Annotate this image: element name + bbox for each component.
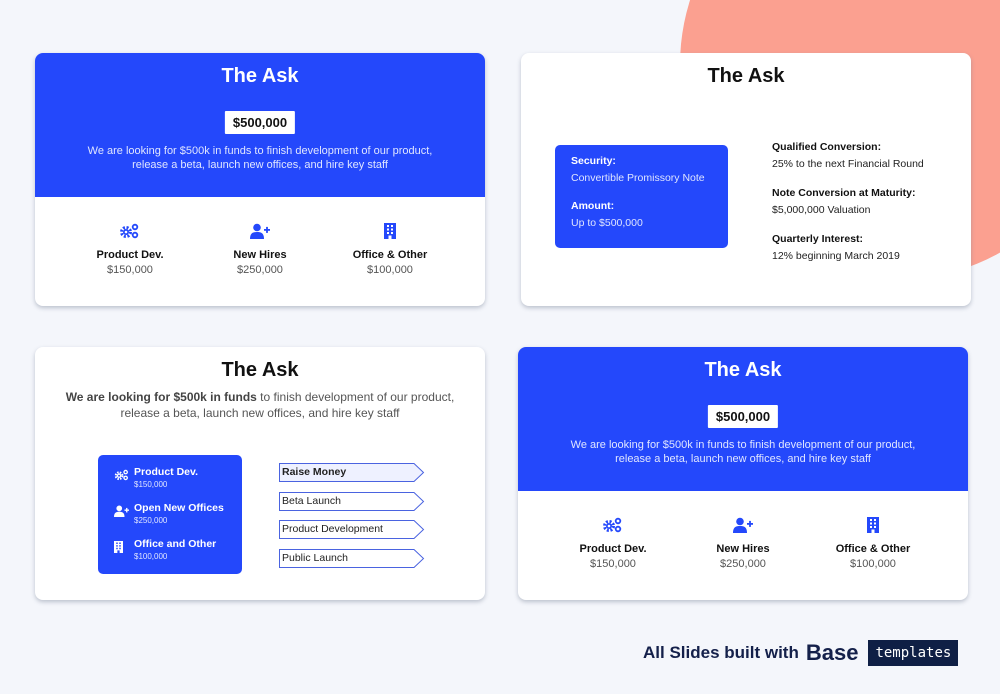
step-label: Product Development [282,523,383,535]
description-line: release a beta, launch new offices, and … [615,453,871,465]
allocation-value: $150,000 [107,264,153,276]
gears-icon [114,468,134,482]
amount-badge: $500,000 [224,111,296,134]
allocation-product-dev: Product Dev. $150,000 [70,223,190,276]
allocation-new-hires: New Hires $250,000 [683,517,803,570]
amount-value: Up to $500,000 [571,217,643,229]
user-plus-icon [683,517,803,535]
user-plus-icon [114,504,134,518]
fund-value: $150,000 [134,480,168,489]
amount-badge: $500,000 [707,405,779,428]
security-label: Security: [571,155,616,167]
allocation-office-other: Office & Other $100,000 [330,223,450,276]
slide-description: We are looking for $500k in funds to fin… [518,438,968,466]
fund-value: $100,000 [134,552,168,561]
term-value: $5,000,000 Valuation [772,204,871,216]
allocation-row: Product Dev. $150,000 New Hires $250,000… [518,517,968,570]
term-value: 12% beginning March 2019 [772,250,900,262]
building-icon [114,540,134,554]
gears-icon [70,223,190,241]
building-icon [330,223,450,241]
slide-title: The Ask [707,65,785,87]
amount-label: Amount: [571,200,615,212]
allocation-value: $150,000 [590,558,636,570]
fund-item: Product Dev. $150,000 [114,466,242,502]
allocation-label: New Hires [233,249,287,261]
step-label: Beta Launch [282,494,341,507]
step-label: Raise Money [282,466,347,478]
fund-label: Open New Offices [134,502,224,514]
step-beta-launch: Beta Launch [279,491,425,511]
slide-description: We are looking for $500k in funds to fin… [35,389,485,421]
term-label: Qualified Conversion: [772,141,882,153]
term-label: Note Conversion at Maturity: [772,187,916,199]
description-line: We are looking for $500k in funds to fin… [570,439,916,451]
allocation-value: $100,000 [850,558,896,570]
fund-label: Product Dev. [134,466,198,478]
allocation-value: $100,000 [367,264,413,276]
allocation-label: Office & Other [835,543,911,555]
fund-item: Office and Other $100,000 [114,538,242,574]
slide-description: We are looking for $500k in funds to fin… [35,144,485,172]
slide-2[interactable]: The Ask Security: Convertible Promissory… [521,53,971,306]
allocation-product-dev: Product Dev. $150,000 [553,517,673,570]
description-rest: to finish development of our product, [256,390,455,404]
description-line: release a beta, launch new offices, and … [120,406,400,420]
security-box: Security: Convertible Promissory Note Am… [555,145,728,248]
description-line: We are looking for $500k in funds to fin… [87,145,433,157]
milestone-steps: Raise Money Beta Launch Product Developm… [279,463,425,577]
allocation-office-other: Office & Other $100,000 [813,517,933,570]
step-public-launch: Public Launch [279,548,425,568]
fund-label: Office and Other [134,538,217,550]
brand-logo[interactable]: Base [806,640,859,666]
slide-header-band: The Ask $500,000 We are looking for $500… [518,347,968,491]
fund-value: $250,000 [134,516,168,525]
slide-title: The Ask [221,65,299,87]
footer-text: All Slides built with [643,643,799,662]
step-label: Public Launch [282,551,348,564]
allocation-value: $250,000 [720,558,766,570]
slide-header-band: The Ask $500,000 We are looking for $500… [35,53,485,197]
allocation-new-hires: New Hires $250,000 [200,223,320,276]
term-label: Quarterly Interest: [772,233,864,245]
funds-box: Product Dev. $150,000 Open New Offices $… [98,455,242,574]
allocation-label: Office & Other [352,249,428,261]
slide-title: The Ask [704,359,782,381]
step-raise-money: Raise Money [279,463,425,482]
allocation-value: $250,000 [237,264,283,276]
allocation-row: Product Dev. $150,000 New Hires $250,000… [35,223,485,276]
slide-title: The Ask [221,359,299,381]
description-line: release a beta, launch new offices, and … [132,159,388,171]
templates-tag[interactable]: templates [868,640,959,666]
allocation-label: Product Dev. [96,249,164,261]
slide-4[interactable]: The Ask $500,000 We are looking for $500… [518,347,968,600]
user-plus-icon [200,223,320,241]
slide-3[interactable]: The Ask We are looking for $500k in fund… [35,347,485,600]
building-icon [813,517,933,535]
terms-list: Qualified Conversion: 25% to the next Fi… [772,141,924,279]
allocation-label: New Hires [716,543,770,555]
gears-icon [553,517,673,535]
step-product-development: Product Development [279,520,425,539]
description-bold: We are looking for $500k in funds [65,390,257,404]
term-value: 25% to the next Financial Round [772,158,924,170]
fund-item: Open New Offices $250,000 [114,502,242,538]
footer-branding: All Slides built with Base templates [643,640,959,666]
slide-1[interactable]: The Ask $500,000 We are looking for $500… [35,53,485,306]
security-value: Convertible Promissory Note [571,172,705,184]
allocation-label: Product Dev. [579,543,647,555]
